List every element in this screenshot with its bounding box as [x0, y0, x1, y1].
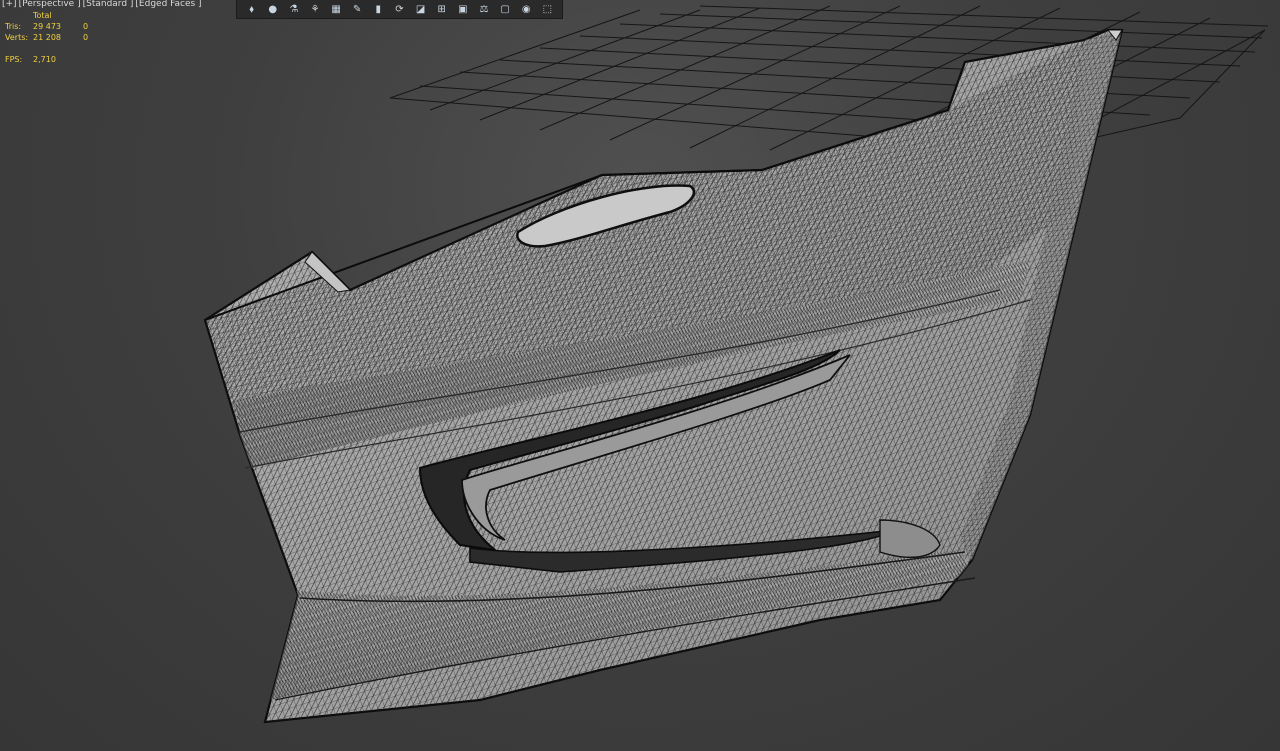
material-icon: ◪ — [415, 3, 426, 15]
bumper-mesh[interactable] — [0, 0, 1280, 751]
stats-fps-value: 2,710 — [33, 55, 56, 64]
viewport-toolbar: ⬧ ● ⚗ ⚘ ▦ ✎ ▮ ⟳ ◪ ⊞ ▣ ⚖ ▢ ◉ ⬚ — [236, 0, 563, 19]
toolbar-button-cycle[interactable]: ⟳ — [391, 1, 407, 17]
viewport-shading-style-menu[interactable]: [Standard ] — [83, 0, 134, 9]
stats-fps-label: FPS: — [5, 55, 23, 64]
cycle-icon: ⟳ — [395, 3, 404, 15]
toolbar-button-eye[interactable]: ◉ — [518, 1, 534, 17]
screen-icon: ▣ — [458, 3, 468, 15]
dot-select-icon: ● — [268, 3, 278, 15]
stats-verts-selected: 0 — [83, 33, 89, 42]
toolbar-button-frame[interactable]: ⊞ — [434, 1, 450, 17]
stats-tris-row: Tris: 29 473 0 — [5, 21, 88, 32]
toolbar-button-monitor[interactable]: ▢ — [497, 1, 513, 17]
stats-verts-label: Verts: — [5, 33, 29, 42]
toolbar-button-dot-select[interactable]: ● — [265, 1, 281, 17]
toolbar-button-pencil[interactable]: ✎ — [349, 1, 365, 17]
cube-icon: ⬚ — [542, 3, 553, 15]
toolbar-button-grid-panel[interactable]: ▦ — [328, 1, 344, 17]
toolbar-button-isolate[interactable]: ⬧ — [244, 1, 260, 17]
figure-icon: ⚘ — [310, 3, 320, 15]
toolbar-button-bone[interactable]: ⚗ — [286, 1, 302, 17]
stats-tris-total: 29 473 — [33, 22, 61, 31]
stats-header: Total — [33, 11, 52, 20]
toolbar-button-screen[interactable]: ▣ — [455, 1, 471, 17]
stats-tris-label: Tris: — [5, 22, 22, 31]
toolbar-button-material[interactable]: ◪ — [413, 1, 429, 17]
perspective-viewport[interactable]: [+] [Perspective ] [Standard ] [Edged Faces… — [0, 0, 1280, 751]
viewport-plus-menu[interactable]: [+] — [2, 0, 17, 9]
frame-icon: ⊞ — [437, 3, 446, 15]
viewport-display-mode-menu[interactable]: [Edged Faces ] — [135, 0, 201, 9]
stats-verts-row: Verts: 21 208 0 — [5, 32, 88, 43]
stats-fps-row: FPS: 2,710 — [5, 54, 88, 65]
toolbar-button-figure[interactable]: ⚘ — [307, 1, 323, 17]
toolbar-button-cube[interactable]: ⬚ — [539, 1, 555, 17]
bone-icon: ⚗ — [289, 3, 299, 15]
pencil-icon: ✎ — [352, 3, 362, 15]
stats-verts-total: 21 208 — [33, 33, 61, 42]
toolbar-button-page[interactable]: ▮ — [370, 1, 386, 17]
isolate-icon: ⬧ — [249, 3, 254, 15]
scene-canvas[interactable] — [0, 0, 1280, 751]
viewport-view-menu[interactable]: [Perspective ] — [19, 0, 81, 9]
statistics-overlay: Total Tris: 29 473 0 Verts: 21 208 0 FPS… — [5, 10, 88, 65]
monitor-icon: ▢ — [500, 3, 510, 15]
viewport-label-menu[interactable]: [+] [Perspective ] [Standard ] [Edged Faces… — [2, 0, 204, 9]
grid-panel-icon: ▦ — [331, 3, 341, 15]
ground-grid — [389, 5, 1269, 151]
toolbar-button-scale[interactable]: ⚖ — [476, 1, 492, 17]
stats-tris-selected: 0 — [83, 22, 89, 31]
page-icon: ▮ — [375, 3, 382, 15]
scale-icon: ⚖ — [479, 3, 489, 15]
eye-icon: ◉ — [521, 3, 531, 15]
